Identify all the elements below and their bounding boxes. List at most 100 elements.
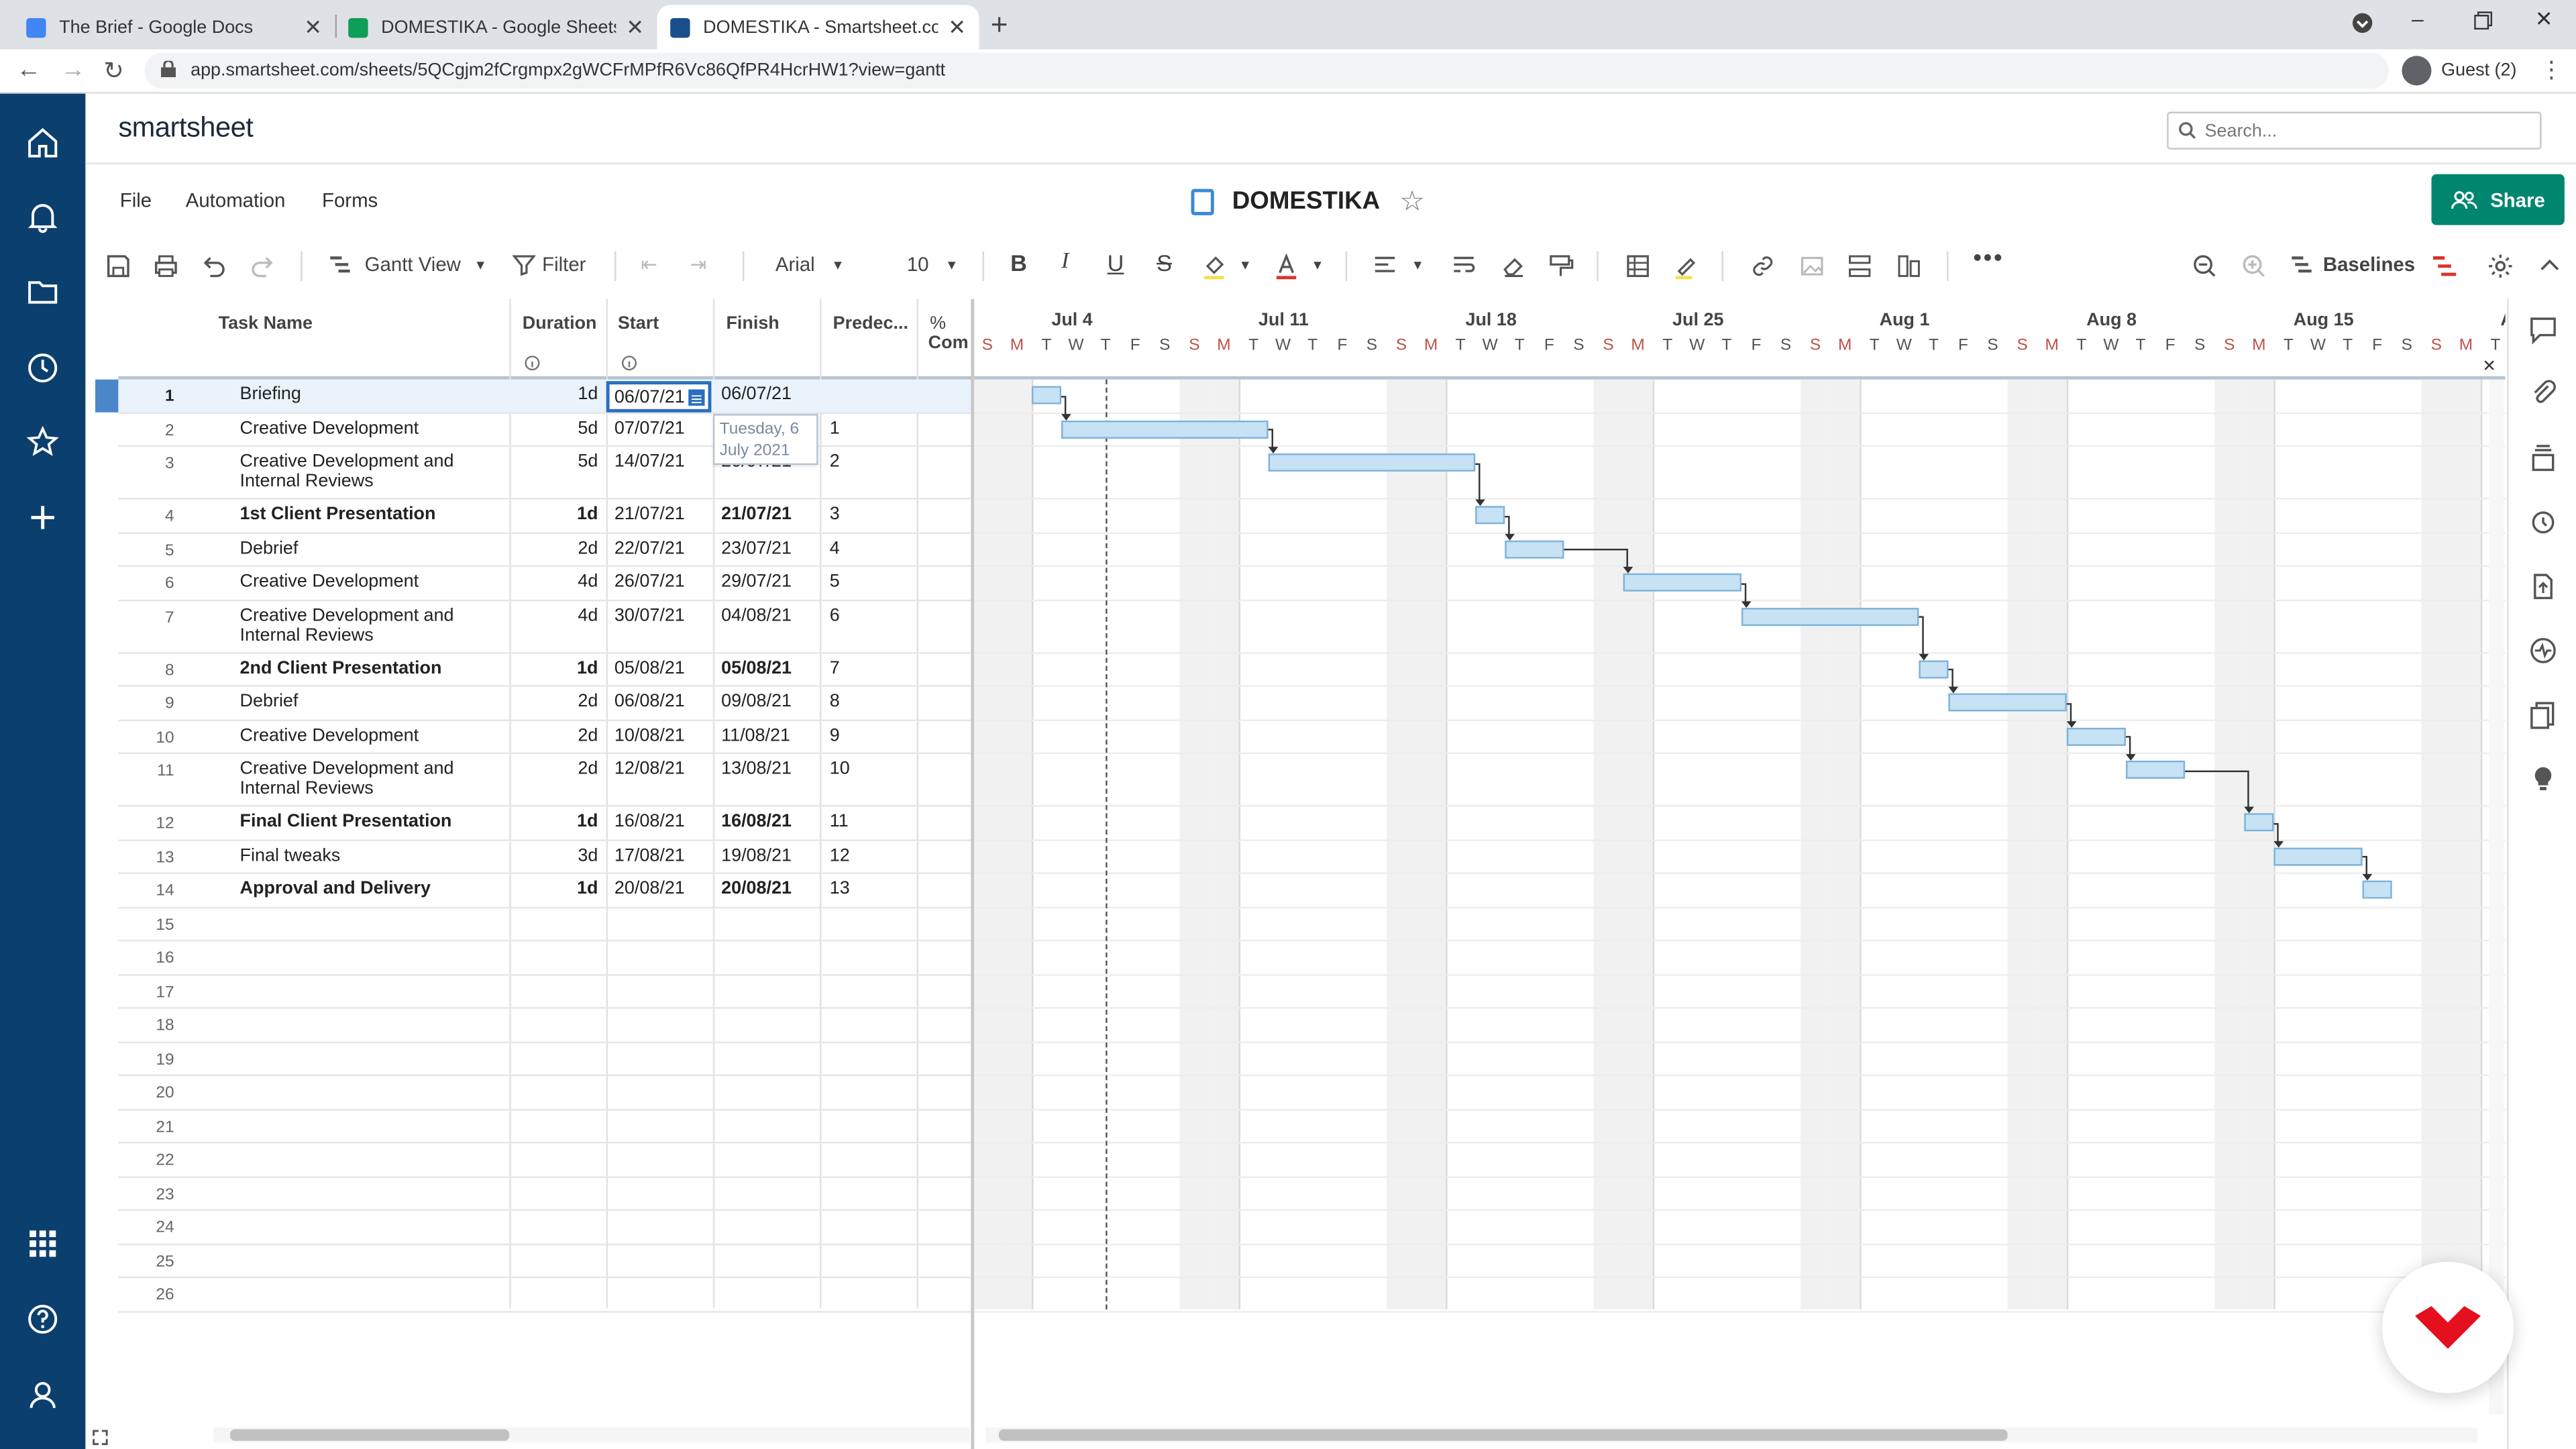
- filter-button[interactable]: Filter: [513, 253, 586, 276]
- undo-icon[interactable]: [201, 253, 227, 279]
- home-icon[interactable]: [26, 127, 59, 160]
- back-icon[interactable]: ←: [16, 56, 41, 84]
- gantt-bar[interactable]: [1741, 606, 1919, 625]
- table-row[interactable]: 9 Debrief 2d 06/08/21 09/08/21 8: [118, 687, 973, 720]
- strikethrough-icon[interactable]: S: [1157, 250, 1172, 276]
- table-row[interactable]: 5 Debrief 2d 22/07/21 23/07/21 4: [118, 533, 973, 567]
- column-header-task-name[interactable]: Task Name: [219, 314, 313, 333]
- critical-path-icon[interactable]: [2431, 253, 2457, 279]
- menu-file[interactable]: File: [120, 189, 152, 212]
- bold-icon[interactable]: B: [1010, 250, 1027, 276]
- browse-folder-icon[interactable]: [26, 276, 59, 309]
- empty-row[interactable]: 16: [118, 941, 973, 975]
- empty-row[interactable]: 18: [118, 1009, 973, 1042]
- proofing-icon[interactable]: [2528, 443, 2558, 473]
- font-select[interactable]: Arial ▼: [775, 253, 845, 276]
- wrap-text-icon[interactable]: [1450, 253, 1477, 279]
- favorite-star-icon[interactable]: ☆: [1400, 186, 1425, 219]
- view-switcher[interactable]: Gantt View ▼: [329, 253, 487, 276]
- gantt-bar[interactable]: [1061, 419, 1269, 438]
- smartsheet-logo[interactable]: smartsheet: [118, 112, 254, 145]
- column-header-start[interactable]: Start: [618, 314, 659, 333]
- column-header-complete[interactable]: Com: [928, 333, 969, 353]
- table-row[interactable]: 7 Creative Development and Internal Revie…: [118, 600, 973, 653]
- format-painter-icon[interactable]: [1548, 253, 1574, 279]
- collapse-chevron-up-icon[interactable]: [2536, 253, 2563, 279]
- menu-automation[interactable]: Automation: [186, 189, 286, 212]
- hierarchy-icon[interactable]: [1847, 253, 1873, 279]
- expand-icon[interactable]: [92, 1430, 108, 1446]
- close-icon[interactable]: ✕: [948, 14, 966, 40]
- gantt-bar[interactable]: [2066, 727, 2126, 745]
- grid-format-icon[interactable]: [1625, 253, 1651, 279]
- table-row[interactable]: 12 Final Client Presentation 1d 16/08/21 16/…: [118, 806, 973, 841]
- gantt-bar[interactable]: [1505, 539, 1564, 558]
- text-color-icon[interactable]: [1273, 253, 1299, 280]
- fill-color-icon[interactable]: [1203, 253, 1229, 280]
- empty-row[interactable]: 25: [118, 1244, 973, 1279]
- table-row[interactable]: 14 Approval and Delivery 1d 20/08/21 20/08/2…: [118, 874, 973, 908]
- settings-gear-icon[interactable]: [2487, 253, 2514, 279]
- close-icon[interactable]: ✕: [304, 14, 322, 40]
- italic-icon[interactable]: I: [1061, 250, 1069, 276]
- gantt-bar[interactable]: [1623, 573, 1741, 592]
- table-row[interactable]: 10 Creative Development 2d 10/08/21 11/08/21…: [118, 720, 973, 755]
- underline-icon[interactable]: U: [1108, 250, 1124, 276]
- comments-icon[interactable]: [2528, 315, 2558, 345]
- gantt-bar[interactable]: [1268, 453, 1476, 472]
- chevron-down-icon[interactable]: ▼: [1411, 258, 1424, 272]
- publish-icon[interactable]: [2528, 572, 2558, 601]
- baselines-button[interactable]: Baselines: [2290, 253, 2415, 276]
- summary-icon[interactable]: [2528, 636, 2558, 665]
- empty-row[interactable]: 24: [118, 1211, 973, 1245]
- indent-icon[interactable]: ⇥: [690, 253, 707, 276]
- gantt-horizontal-scrollbar[interactable]: [985, 1428, 2478, 1443]
- url-input[interactable]: app.smartsheet.com/sheets/5QCgjm2fCrgmpx…: [144, 52, 2389, 89]
- account-icon[interactable]: [26, 1379, 59, 1411]
- browser-tab-smartsheet[interactable]: DOMESTIKA - Smartsheet.com ✕: [657, 5, 979, 50]
- launcher-grid-icon[interactable]: [26, 1227, 59, 1260]
- empty-row[interactable]: 22: [118, 1143, 973, 1177]
- empty-row[interactable]: 26: [118, 1278, 973, 1312]
- zoom-out-icon[interactable]: [2192, 253, 2218, 279]
- tab-search-icon[interactable]: [2351, 11, 2373, 34]
- gantt-bar[interactable]: [1031, 386, 1062, 405]
- notifications-icon[interactable]: [26, 201, 59, 233]
- close-icon[interactable]: ✕: [626, 14, 644, 40]
- gantt-bar[interactable]: [1948, 693, 2067, 712]
- table-row[interactable]: 11 Creative Development and Internal Revi…: [118, 754, 973, 807]
- close-window-icon[interactable]: ✕: [2535, 7, 2553, 33]
- column-header-predecessors[interactable]: Predec...: [833, 314, 908, 333]
- outdent-icon[interactable]: ⇤: [641, 253, 657, 276]
- align-left-icon[interactable]: [1372, 253, 1398, 279]
- gantt-bar[interactable]: [1475, 506, 1505, 525]
- column-header-duration[interactable]: Duration: [523, 314, 597, 333]
- new-tab-icon[interactable]: +: [991, 8, 1008, 42]
- column-header-percent[interactable]: %: [930, 314, 946, 333]
- table-row[interactable]: 13 Final tweaks 3d 17/08/21 19/08/21 12: [118, 841, 973, 874]
- empty-row[interactable]: 23: [118, 1177, 973, 1211]
- empty-row[interactable]: 21: [118, 1110, 973, 1144]
- info-icon[interactable]: [621, 355, 637, 371]
- profile-button[interactable]: Guest (2): [2402, 56, 2516, 86]
- row-selection-handle[interactable]: [95, 379, 119, 413]
- gantt-bar[interactable]: [2125, 760, 2186, 779]
- favorites-star-icon[interactable]: [26, 425, 59, 458]
- more-options-icon[interactable]: •••: [1973, 245, 2004, 273]
- zoom-in-icon[interactable]: [2241, 253, 2267, 279]
- browser-tab-sheets[interactable]: DOMESTIKA - Google Sheets ✕: [335, 5, 657, 49]
- table-row[interactable]: 8 2nd Client Presentation 1d 05/08/21 05/08/…: [118, 653, 973, 687]
- print-icon[interactable]: [153, 253, 179, 279]
- vertical-scrollbar[interactable]: [2489, 379, 2504, 1415]
- forward-icon[interactable]: →: [61, 56, 86, 84]
- selected-start-cell[interactable]: 06/07/21: [606, 381, 712, 413]
- help-icon[interactable]: [26, 1303, 59, 1336]
- gantt-bar[interactable]: [2273, 847, 2363, 865]
- reload-icon[interactable]: ↻: [103, 56, 124, 86]
- scrollbar-thumb[interactable]: [229, 1429, 510, 1441]
- attachments-icon[interactable]: [2528, 378, 2558, 407]
- menu-forms[interactable]: Forms: [322, 189, 378, 212]
- gantt-bar[interactable]: [1919, 659, 1949, 678]
- search-input[interactable]: Search...: [2167, 111, 2542, 150]
- close-icon[interactable]: ✕: [2482, 358, 2496, 376]
